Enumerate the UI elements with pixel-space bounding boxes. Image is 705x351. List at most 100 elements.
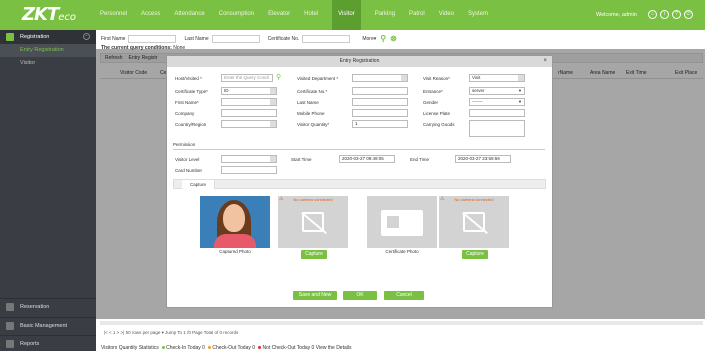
cert-no-input[interactable]	[352, 87, 408, 95]
basic-management-icon	[6, 321, 14, 330]
registration-icon	[6, 33, 14, 41]
sidebar-item-reservation[interactable]: Reservation	[0, 298, 96, 314]
visitor-level-label: Visitor Level	[175, 157, 200, 162]
sidebar-item-visitor[interactable]: Visitor	[0, 57, 96, 70]
search-icon[interactable]: ⚲	[380, 34, 386, 43]
no-camera-text: No camera connected	[454, 197, 494, 202]
face-shape	[223, 204, 245, 232]
sidebar-item-basic-management[interactable]: Basic Management	[0, 317, 96, 333]
camera-off-icon	[302, 212, 324, 232]
end-time-input[interactable]: 2020-03-27 23:59:59	[455, 155, 511, 163]
sidebar: Registration − Entry Registration Visito…	[0, 30, 96, 351]
visit-reason-label: Visit Reason*	[423, 76, 450, 81]
last-name-input[interactable]	[352, 98, 408, 106]
visited-dept-label: Visited Department *	[297, 76, 339, 81]
nav-visitor[interactable]: Visitor	[332, 0, 361, 30]
capture-button-2[interactable]: Capture	[462, 250, 488, 259]
nav-hotel[interactable]: Hotel	[304, 11, 318, 30]
logo: ZKTeco	[22, 4, 77, 25]
visited-dept-select[interactable]	[352, 74, 408, 82]
last-name-filter-label: Last Name	[184, 35, 209, 42]
id-card-icon	[381, 210, 423, 236]
country-label: Country/Region	[175, 122, 207, 127]
more-filter-toggle[interactable]: More▾	[362, 36, 376, 42]
nav-parking[interactable]: Parking	[375, 11, 395, 30]
tab-bar: Capture	[173, 179, 546, 189]
host-search-icon[interactable]: ⚲	[276, 73, 281, 81]
card-number-input[interactable]	[221, 166, 277, 174]
last-name-filter-input[interactable]	[211, 34, 260, 43]
home-icon[interactable]: ⌂	[648, 10, 657, 19]
captured-photo-image	[200, 196, 270, 248]
permission-section-title: Permission	[173, 142, 196, 147]
horizontal-scrollbar[interactable]	[100, 321, 703, 325]
nav-access[interactable]: Access	[141, 11, 160, 30]
first-name-filter-input[interactable]	[128, 34, 177, 43]
nav-personnel[interactable]: Personnel	[100, 11, 127, 30]
reports-icon	[6, 339, 14, 348]
end-time-label: End Time	[410, 157, 430, 162]
reservation-icon	[6, 302, 14, 311]
shirt-shape	[214, 234, 256, 248]
tab-capture[interactable]: Capture	[182, 180, 216, 189]
filter-bar: First Name Last Name Certificate No. Mor…	[101, 34, 397, 43]
company-label: Company	[175, 111, 195, 116]
welcome-text: Welcome, admin	[596, 12, 637, 18]
card-number-label: Card Number	[175, 168, 203, 173]
license-label: License Plate	[423, 111, 451, 116]
entry-registration-dialog: Entry Registration × Host/Visited * Ente…	[166, 55, 553, 308]
view-details-link[interactable]: View the Details	[316, 345, 352, 351]
entrance-select[interactable]: server ▼	[469, 87, 525, 95]
start-time-label: Start Time	[291, 157, 312, 162]
nav-consumption[interactable]: Consumption	[219, 11, 254, 30]
permission-divider	[173, 149, 545, 150]
top-icons: ⌂ i ? ⏻	[648, 10, 696, 19]
visitor-statistics: Visitors Quantity Statistics Check-In To…	[101, 345, 352, 351]
certificate-filter-input[interactable]	[302, 34, 351, 43]
nav-patrol[interactable]: Patrol	[409, 11, 425, 30]
cert-no-label: Certificate No.*	[297, 89, 328, 94]
collapse-icon[interactable]: −	[83, 33, 90, 40]
pager[interactable]: |< < 1 > >| 50 rows per page ▾ Jump To 1…	[104, 330, 238, 336]
cancel-button[interactable]: Cancel	[384, 291, 424, 300]
license-input[interactable]	[469, 109, 525, 117]
gender-select[interactable]: ------- ▼	[469, 98, 525, 106]
visit-reason-select[interactable]: Visit	[469, 74, 525, 82]
visitor-level-select[interactable]	[221, 155, 277, 163]
sidebar-item-entry-registration[interactable]: Entry Registration	[0, 44, 96, 57]
country-select[interactable]	[221, 120, 277, 128]
goods-label: Carrying Goods	[423, 122, 455, 127]
first-name-filter-label: First Name	[101, 35, 126, 42]
entrance-label: Entrance*	[423, 89, 443, 94]
clear-icon[interactable]: ⊗	[390, 34, 397, 43]
nav-video[interactable]: Video	[439, 11, 454, 30]
info-icon[interactable]: i	[660, 10, 669, 19]
save-and-new-button[interactable]: Save and New	[293, 291, 337, 300]
help-icon[interactable]: ?	[672, 10, 681, 19]
host-label: Host/Visited *	[175, 76, 202, 81]
visitor-qty-input[interactable]: 1	[352, 120, 408, 128]
nav-attendance[interactable]: Attendance	[174, 11, 204, 30]
company-input[interactable]	[221, 109, 277, 117]
mobile-input[interactable]	[352, 109, 408, 117]
first-name-input[interactable]	[221, 98, 277, 106]
nav-system[interactable]: System	[468, 11, 488, 30]
goods-textarea[interactable]	[469, 120, 525, 137]
certificate-photo-label: Certificate Photo	[385, 249, 419, 254]
close-icon[interactable]: ×	[543, 56, 547, 67]
certificate-filter-label: Certificate No.	[267, 35, 300, 42]
sidebar-section-registration[interactable]: Registration −	[0, 30, 96, 44]
cert-type-select[interactable]: ID	[221, 87, 277, 95]
mobile-label: Mobile Phone	[297, 111, 325, 116]
ok-button[interactable]: OK	[343, 291, 377, 300]
dialog-title: Entry Registration ×	[167, 56, 552, 67]
host-input[interactable]: Enter the Query Condi	[221, 74, 273, 82]
main-nav: Personnel Access Attendance Consumption …	[100, 0, 502, 30]
start-time-input[interactable]: 2020-03-27 09:49:05	[339, 155, 395, 163]
nav-elevator[interactable]: Elevator	[268, 11, 290, 30]
cert-type-label: Certificate Type*	[175, 89, 208, 94]
sidebar-item-reports[interactable]: Reports	[0, 335, 96, 351]
gender-label: Gender	[423, 100, 439, 105]
power-icon[interactable]: ⏻	[684, 10, 693, 19]
capture-button-1[interactable]: Capture	[301, 250, 327, 259]
